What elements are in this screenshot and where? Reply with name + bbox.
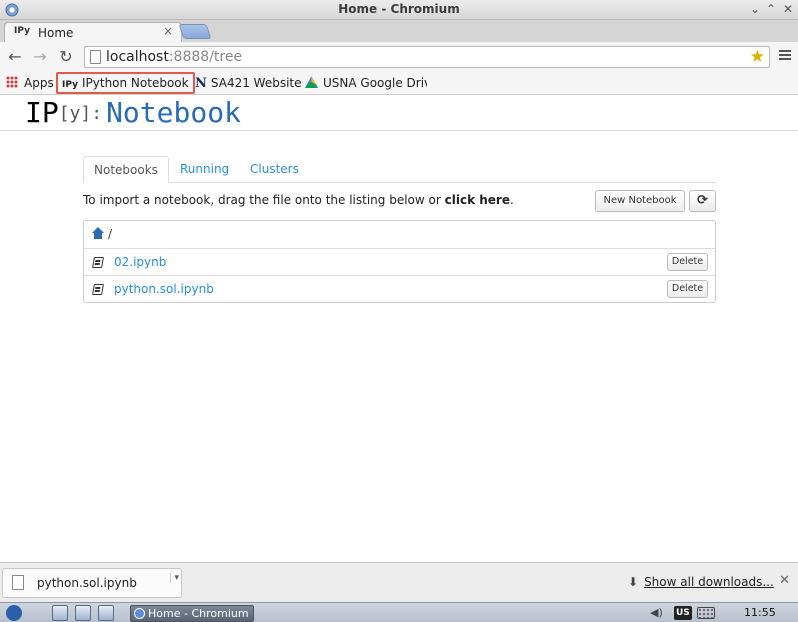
tab-title: Home bbox=[38, 26, 74, 40]
bookmark-label: USNA Google Drive bbox=[323, 76, 427, 90]
notebook-icon bbox=[92, 257, 104, 268]
chromium-icon bbox=[134, 608, 145, 619]
logo-bracket: [y]: bbox=[58, 103, 103, 124]
tab-notebooks[interactable]: Notebooks bbox=[83, 156, 169, 183]
forward-arrow-icon[interactable]: → bbox=[30, 47, 50, 67]
breadcrumb-separator: / bbox=[108, 227, 113, 241]
reload-icon[interactable]: ↻ bbox=[56, 47, 76, 67]
import-text: To import a notebook, drag the file onto… bbox=[83, 193, 445, 207]
browser-tab[interactable]: IPy Home × bbox=[4, 22, 182, 42]
window-titlebar: Home - Chromium ⌄ ⌃ ✕ bbox=[0, 0, 798, 20]
bookmark-star-icon[interactable]: ★ bbox=[750, 47, 765, 67]
tab-close-icon[interactable]: × bbox=[163, 24, 173, 38]
refresh-button[interactable]: ⟳ bbox=[689, 190, 716, 212]
minimize-button[interactable]: ⌄ bbox=[747, 1, 763, 17]
window-title: Home - Chromium bbox=[338, 2, 460, 16]
taskbar-window-chromium[interactable]: Home - Chromium bbox=[130, 605, 254, 622]
new-notebook-button[interactable]: New Notebook bbox=[595, 190, 685, 212]
logo-notebook: Notebook bbox=[106, 96, 241, 129]
notebook-link[interactable]: 02.ipynb bbox=[114, 255, 166, 269]
google-drive-icon bbox=[305, 76, 318, 88]
tab-running[interactable]: Running bbox=[170, 156, 239, 183]
show-all-downloads[interactable]: ⬇ Show all downloads... bbox=[628, 575, 774, 589]
keyboard-icon[interactable] bbox=[697, 607, 715, 619]
browser-toolbar: ← → ↻ localhost:8888/tree ★ bbox=[0, 42, 798, 71]
download-arrow-icon: ⬇ bbox=[628, 575, 639, 589]
ipython-favicon-icon: IPy bbox=[14, 26, 30, 36]
delete-button[interactable]: Delete bbox=[667, 253, 708, 271]
download-file-name: python.sol.ipynb bbox=[37, 576, 137, 590]
notebook-icon bbox=[92, 284, 104, 295]
list-item: python.sol.ipynb Delete bbox=[84, 275, 715, 302]
hamburger-menu-icon[interactable] bbox=[778, 48, 792, 64]
show-all-downloads-link[interactable]: Show all downloads... bbox=[644, 575, 774, 589]
click-here-link[interactable]: click here bbox=[445, 193, 510, 207]
close-shelf-icon[interactable]: ✕ bbox=[779, 573, 790, 588]
back-arrow-icon[interactable]: ← bbox=[5, 47, 25, 67]
page-icon bbox=[90, 50, 101, 64]
file-manager-icon[interactable] bbox=[52, 605, 68, 621]
file-icon bbox=[12, 575, 24, 590]
notebook-link[interactable]: python.sol.ipynb bbox=[114, 282, 214, 296]
os-taskbar: Home - Chromium ◀) US 11:55 bbox=[0, 602, 798, 622]
url-text[interactable]: localhost:8888/tree bbox=[106, 49, 242, 65]
import-instructions: To import a notebook, drag the file onto… bbox=[83, 193, 514, 207]
apps-grid-icon bbox=[6, 76, 18, 88]
bookmark-ipython-notebook[interactable]: IPy IPython Notebook bbox=[56, 72, 195, 94]
tab-strip: IPy Home × bbox=[0, 20, 798, 42]
close-window-button[interactable]: ✕ bbox=[780, 1, 796, 17]
bookmark-label: Apps bbox=[24, 76, 54, 90]
home-icon[interactable] bbox=[92, 227, 104, 239]
new-tab-button[interactable] bbox=[178, 24, 212, 39]
bookmark-apps[interactable]: Apps bbox=[6, 74, 54, 92]
notebook-list: / 02.ipynb Delete python.sol.ipynb Delet… bbox=[83, 220, 716, 303]
delete-button[interactable]: Delete bbox=[667, 280, 708, 298]
bookmark-label: SA421 Website bbox=[210, 76, 302, 90]
ipython-icon: IPy bbox=[62, 80, 78, 90]
breadcrumb: / bbox=[84, 221, 715, 248]
address-bar[interactable]: localhost:8888/tree ★ bbox=[84, 46, 770, 68]
maximize-button[interactable]: ⌃ bbox=[763, 1, 779, 17]
tab-clusters[interactable]: Clusters bbox=[240, 156, 309, 183]
list-item: 02.ipynb Delete bbox=[84, 248, 715, 275]
import-text-end: . bbox=[509, 193, 514, 207]
volume-icon[interactable]: ◀) bbox=[650, 606, 663, 619]
bookmark-usna-google-drive[interactable]: USNA Google Drive bbox=[305, 74, 427, 92]
url-path: :8888/tree bbox=[168, 49, 243, 65]
clock[interactable]: 11:55 bbox=[744, 606, 776, 619]
url-host: localhost bbox=[106, 49, 169, 65]
desktop-icon[interactable] bbox=[98, 605, 114, 621]
browser-launcher-icon[interactable] bbox=[75, 605, 91, 621]
download-menu-icon[interactable]: ▾ bbox=[170, 573, 179, 583]
n-logo-icon: N bbox=[195, 76, 207, 91]
refresh-icon: ⟳ bbox=[697, 193, 708, 208]
logo-ip: IP bbox=[25, 96, 59, 129]
ipython-logo[interactable]: IP[y]: Notebook bbox=[25, 96, 241, 129]
download-item[interactable]: python.sol.ipynb ▾ bbox=[2, 568, 182, 598]
bookmark-sa421-website[interactable]: N SA421 Website bbox=[195, 74, 302, 92]
bookmarks-bar: Apps IPy IPython Notebook N SA421 Website … bbox=[0, 71, 798, 95]
dashboard-tabs: Notebooks Running Clusters bbox=[83, 156, 716, 183]
download-shelf: python.sol.ipynb ▾ ⬇ Show all downloads..… bbox=[0, 562, 798, 602]
keyboard-layout-indicator[interactable]: US bbox=[674, 606, 692, 620]
taskbar-task-label: Home - Chromium bbox=[148, 607, 249, 620]
start-menu-icon[interactable] bbox=[6, 605, 22, 621]
ipython-header: IP[y]: Notebook bbox=[0, 96, 798, 131]
bookmark-label: IPython Notebook bbox=[81, 76, 189, 90]
